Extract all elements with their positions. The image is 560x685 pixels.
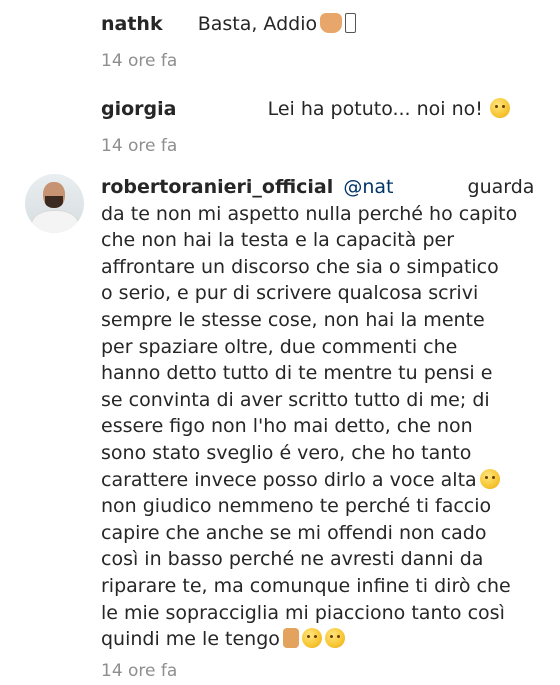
comment-line: o serio, e pur di scrivere qualcosa scri… — [101, 282, 479, 305]
comment-line: se convinta di aver scritto tutto di me;… — [101, 388, 490, 411]
comment-timestamp: 14 ore fa — [101, 136, 178, 156]
comment-line: riparare te, ma comunque infine ti dirò … — [101, 574, 511, 597]
comment-line: carattere invece posso dirlo a voce alta — [101, 468, 477, 491]
comment-line-with-emoji: quindi me le tengo — [101, 626, 546, 653]
comment-line: quindi me le tengo — [101, 628, 280, 651]
comment-username[interactable]: nathk — [101, 13, 163, 35]
comment-item: robertoranieri_official @nat guarda da t… — [0, 174, 560, 681]
comment-line: non giudico nemmeno te perché ti faccio — [101, 495, 492, 518]
missing-glyph-icon — [345, 13, 357, 33]
weary-face-icon — [489, 98, 510, 118]
waving-hand-icon — [320, 13, 343, 33]
comment-line-with-emoji: carattere invece posso dirlo a voce alta — [101, 467, 546, 494]
comment-line: da te non mi aspetto nulla perché ho cap… — [101, 202, 518, 225]
comment-line: capire che anche se mi offendi non cado — [101, 521, 487, 544]
comment-line: per spaziare oltre, due commenti che — [101, 335, 458, 358]
comment-item: giorgia Lei ha potuto... noi no! 14 ore … — [0, 93, 560, 156]
comment-line: così in basso perché ne avresti danni da — [101, 548, 484, 571]
comment-item: nathk Basta, Addio 14 ore fa — [0, 8, 560, 71]
comment-timestamp: 14 ore fa — [101, 51, 178, 71]
comment-line: sono stato sveglio é vero, che ho tanto — [101, 441, 472, 464]
winking-kiss-face-icon — [479, 468, 500, 489]
thumbs-up-icon — [282, 628, 299, 649]
comment-first-line: robertoranieri_official @nat guarda — [101, 174, 546, 201]
comment-text: Lei ha potuto... noi no! — [267, 98, 483, 120]
comment-line: hanno detto tutto di te mentre tu pensi … — [101, 362, 493, 385]
comment-text-start: guarda — [467, 176, 535, 198]
comment-username[interactable]: giorgia — [101, 98, 176, 120]
comment-timestamp: 14 ore fa — [101, 660, 178, 681]
kissing-face-icon — [301, 628, 322, 649]
comment-text: Basta, Addio — [197, 13, 318, 35]
tongue-face-icon — [324, 628, 345, 649]
comment-username[interactable]: robertoranieri_official — [101, 176, 333, 198]
comment-line: essere figo non l'ho mai detto, che non — [101, 415, 473, 438]
comment-line: che non hai la testa e la capacità per — [101, 229, 455, 252]
comment-line: le mie sopracciglia mi piacciono tanto c… — [101, 601, 505, 624]
comment-line: affrontare un discorso che sia o simpati… — [101, 255, 499, 278]
comment-line: sempre le stesse cose, non hai la mente — [101, 308, 485, 331]
mention-link[interactable]: @nat — [343, 176, 393, 198]
comment-body: robertoranieri_official @nat guarda da t… — [101, 174, 546, 653]
